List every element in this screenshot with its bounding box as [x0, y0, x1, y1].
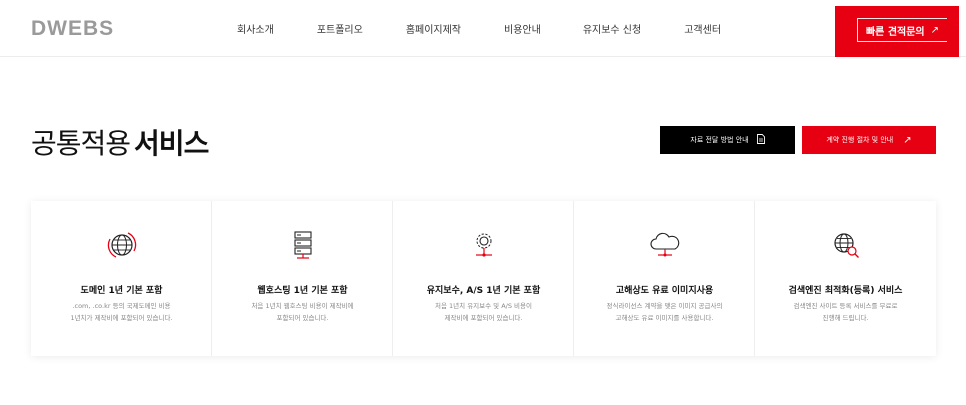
desc-line: 고해상도 유료 이미지를 사용합니다. — [615, 314, 714, 322]
main-nav: 회사소개 포트폴리오 홈페이지제작 비용안내 유지보수 신청 고객센터 — [220, 0, 721, 57]
desc-line: 1년치가 제작비에 포함되어 있습니다. — [70, 314, 173, 322]
service-card-desc: 처음 1년치 웹호스팅 비용이 제작비에 포함되어 있습니다. — [222, 300, 383, 324]
service-card-desc: .com, .co.kr 등의 국제도메인 비용 1년치가 제작비에 포함되어 … — [41, 300, 202, 324]
quick-quote-button[interactable]: 빠른 견적문의 ↗ — [857, 18, 947, 42]
desc-line: 제작비에 포함되어 있습니다. — [444, 314, 523, 322]
nav-customer-center[interactable]: 고객센터 — [684, 21, 721, 36]
service-cards: 도메인 1년 기본 포함 .com, .co.kr 등의 국제도메인 비용 1년… — [31, 201, 936, 356]
site-header: DWEBS 회사소개 포트폴리오 홈페이지제작 비용안내 유지보수 신청 고객센… — [0, 0, 966, 57]
contract-process-label: 계약 진행 절차 및 안내 — [826, 136, 894, 144]
nav-homepage-production[interactable]: 홈페이지제작 — [406, 21, 461, 36]
material-guide-label: 자료 전달 방법 안내 — [690, 136, 749, 144]
globe-icon — [31, 229, 212, 261]
arrow-up-right-icon: ↗ — [930, 24, 940, 36]
service-card-seo: 검색엔진 최적화(등록) 서비스 검색엔진 사이트 등록 서비스를 무료로 진행… — [755, 201, 936, 356]
desc-line: 검색엔진 사이트 등록 서비스를 무료로 — [793, 302, 898, 310]
nav-pricing[interactable]: 비용안내 — [504, 21, 541, 36]
page-title-light: 공통적용 — [31, 127, 131, 160]
quick-quote-label: 빠른 견적문의 — [865, 26, 925, 38]
desc-line: 처음 1년치 유지보수 및 A/S 비용이 — [435, 302, 532, 310]
desc-line: .com, .co.kr 등의 국제도메인 비용 — [72, 302, 171, 310]
service-card-title: 도메인 1년 기본 포함 — [80, 286, 163, 296]
quick-quote-box: 빠른 견적문의 ↗ — [835, 6, 959, 57]
service-card-title: 고해상도 유료 이미지사용 — [615, 286, 714, 296]
service-card-title: 유지보수, A/S 1년 기본 포함 — [426, 286, 541, 296]
desc-line: 포함되어 있습니다. — [276, 314, 329, 322]
service-card-maintenance: 유지보수, A/S 1년 기본 포함 처음 1년치 유지보수 및 A/S 비용이… — [393, 201, 574, 356]
desc-line: 진행해 드립니다. — [822, 314, 869, 322]
document-icon — [756, 134, 765, 146]
nav-maintenance-request[interactable]: 유지보수 신청 — [583, 21, 641, 36]
page-title: 공통적용 서비스 — [31, 122, 209, 162]
nav-portfolio[interactable]: 포트폴리오 — [317, 21, 363, 36]
service-card-domain: 도메인 1년 기본 포함 .com, .co.kr 등의 국제도메인 비용 1년… — [31, 201, 212, 356]
nav-about[interactable]: 회사소개 — [237, 21, 274, 36]
service-card-desc: 검색엔진 사이트 등록 서비스를 무료로 진행해 드립니다. — [765, 300, 926, 324]
globe-search-icon — [755, 229, 936, 261]
service-card-title: 웹호스팅 1년 기본 포함 — [257, 286, 348, 296]
site-logo[interactable]: DWEBS — [31, 17, 114, 41]
page-title-bold: 서비스 — [134, 127, 209, 160]
service-card-title: 검색엔진 최적화(등록) 서비스 — [788, 286, 903, 296]
arrow-up-right-icon: ↗ — [903, 134, 912, 146]
maintenance-gear-icon — [393, 229, 574, 261]
service-card-image: 고해상도 유료 이미지사용 정식라이선스 계약을 맺은 이미지 공급사의 고해상… — [574, 201, 755, 356]
service-card-desc: 정식라이선스 계약을 맺은 이미지 공급사의 고해상도 유료 이미지를 사용합니… — [584, 300, 745, 324]
desc-line: 처음 1년치 웹호스팅 비용이 제작비에 — [251, 302, 354, 310]
service-card-desc: 처음 1년치 유지보수 및 A/S 비용이 제작비에 포함되어 있습니다. — [403, 300, 564, 324]
material-guide-button[interactable]: 자료 전달 방법 안내 — [660, 126, 795, 154]
contract-process-button[interactable]: 계약 진행 절차 및 안내 ↗ — [802, 126, 936, 154]
desc-line: 정식라이선스 계약을 맺은 이미지 공급사의 — [606, 302, 723, 310]
server-icon — [212, 229, 393, 261]
service-card-hosting: 웹호스팅 1년 기본 포함 처음 1년치 웹호스팅 비용이 제작비에 포함되어 … — [212, 201, 393, 356]
cloud-icon — [574, 229, 755, 261]
